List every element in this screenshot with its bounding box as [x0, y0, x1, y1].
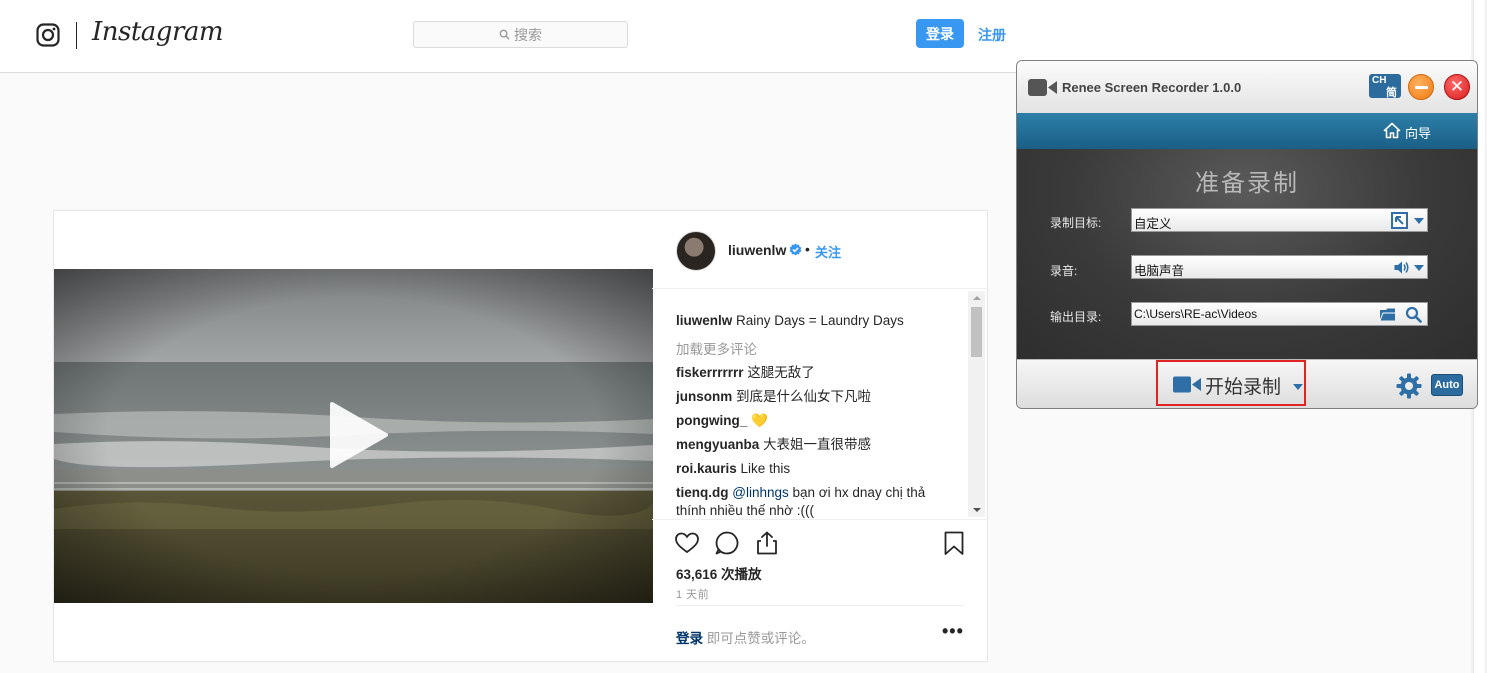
- login-link[interactable]: 登录: [676, 631, 703, 646]
- comment-icon[interactable]: [714, 530, 740, 556]
- recorder-toolbar: 开始录制 Auto: [1017, 359, 1477, 408]
- record-target-value: 自定义: [1134, 217, 1172, 231]
- list-item: roi.kauris Like this: [676, 460, 946, 478]
- list-item: pongwing_ 💛: [676, 412, 946, 430]
- list-item: mengyuanba 大表姐一直很带感: [676, 436, 946, 454]
- recorder-navbar: 向导: [1017, 113, 1477, 149]
- search-placeholder: 搜索: [514, 26, 542, 43]
- home-icon[interactable]: [1383, 122, 1401, 139]
- chevron-down-icon[interactable]: [1414, 218, 1424, 224]
- share-icon[interactable]: [754, 530, 780, 556]
- search-input[interactable]: 搜索: [413, 21, 628, 48]
- instagram-camera-icon[interactable]: [36, 23, 60, 47]
- signup-link[interactable]: 注册: [978, 25, 1006, 45]
- comment-username[interactable]: mengyuanba: [676, 437, 759, 452]
- region-select-icon[interactable]: [1391, 212, 1408, 229]
- post-media: [54, 211, 653, 661]
- heart-icon[interactable]: [674, 530, 700, 556]
- language-button[interactable]: CH 简: [1369, 74, 1401, 99]
- list-item: junsonm 到底是什么仙女下凡啦: [676, 388, 946, 406]
- separator-dot: •: [805, 241, 810, 257]
- recorder-titlebar[interactable]: Renee Screen Recorder 1.0.0 CH 简 ✕: [1017, 61, 1477, 113]
- post-header: liuwenlw • 关注: [652, 211, 988, 289]
- play-icon[interactable]: [322, 400, 392, 470]
- comment-username[interactable]: tienq.dg: [676, 485, 729, 500]
- caption-text: Rainy Days = Laundry Days: [736, 313, 904, 328]
- comment-text: Like this: [740, 461, 791, 476]
- output-dir-label: 输出目录:: [1050, 310, 1102, 324]
- comments-scrollbar-thumb[interactable]: [971, 307, 982, 357]
- auto-button[interactable]: Auto: [1431, 374, 1463, 396]
- video-player[interactable]: [54, 269, 653, 603]
- speaker-icon[interactable]: [1393, 259, 1410, 276]
- bookmark-icon[interactable]: [941, 530, 967, 556]
- minimize-button[interactable]: [1408, 74, 1434, 100]
- comment-text: 到底是什么仙女下凡啦: [736, 389, 872, 404]
- search-icon: [499, 29, 510, 40]
- recorder-panel: 准备录制 录制目标: 自定义 录音: 电脑声音 输出目录: C:\Users\R…: [1017, 149, 1477, 359]
- post-card: liuwenlw • 关注 liuwenlw Rainy Days = Laun…: [53, 210, 988, 662]
- recorder-window: Renee Screen Recorder 1.0.0 CH 简 ✕ 向导 准备…: [1016, 60, 1478, 409]
- audio-label: 录音:: [1050, 264, 1078, 278]
- output-dir-value: C:\Users\RE-ac\Videos: [1134, 307, 1258, 321]
- comment-mention[interactable]: @linhngs: [732, 485, 789, 500]
- post-sidebar: liuwenlw • 关注 liuwenlw Rainy Days = Laun…: [652, 211, 988, 661]
- logo-divider: [76, 22, 77, 49]
- close-icon: ✕: [1449, 77, 1465, 96]
- record-target-label: 录制目标:: [1050, 216, 1102, 230]
- load-more-comments[interactable]: 加载更多评论: [676, 338, 757, 358]
- audio-select[interactable]: 电脑声音: [1131, 255, 1428, 279]
- recorder-title: Renee Screen Recorder 1.0.0: [1062, 80, 1242, 95]
- caption-username[interactable]: liuwenlw: [676, 313, 732, 328]
- video-camera-icon: [1028, 79, 1057, 96]
- post-actions: [652, 519, 988, 559]
- scroll-down-arrow-icon[interactable]: [973, 508, 981, 512]
- folder-icon[interactable]: [1379, 306, 1396, 323]
- more-options-button[interactable]: •••: [942, 621, 964, 642]
- audio-value: 电脑声音: [1134, 264, 1185, 278]
- divider: [676, 605, 964, 606]
- comment-text: 这腿无敌了: [747, 365, 815, 380]
- author-username[interactable]: liuwenlw: [728, 242, 786, 258]
- guide-link[interactable]: 向导: [1405, 123, 1431, 142]
- chevron-down-icon[interactable]: [1293, 384, 1303, 390]
- close-button[interactable]: ✕: [1444, 74, 1470, 100]
- login-prompt-suffix: 即可点赞或评论。: [706, 631, 815, 646]
- chevron-down-icon[interactable]: [1414, 265, 1424, 271]
- language-script: 简: [1386, 87, 1397, 99]
- record-target-select[interactable]: 自定义: [1131, 208, 1428, 232]
- comment-username[interactable]: roi.kauris: [676, 461, 737, 476]
- gear-icon[interactable]: [1396, 373, 1422, 399]
- instagram-wordmark[interactable]: Instagram: [92, 17, 224, 47]
- login-prompt: 登录 即可点赞或评论。 •••: [652, 605, 988, 661]
- scroll-up-arrow-icon[interactable]: [973, 296, 981, 300]
- comment-username[interactable]: fiskerrrrrrr: [676, 365, 744, 380]
- language-code: CH: [1372, 75, 1387, 86]
- list-item: fiskerrrrrrr 这腿无敌了: [676, 364, 946, 382]
- comment-text: 大表姐一直很带感: [763, 437, 872, 452]
- comments-scrollbar[interactable]: [968, 291, 985, 517]
- avatar[interactable]: [676, 231, 716, 271]
- view-count[interactable]: 63,616 次播放: [676, 563, 762, 583]
- login-prompt-text: 登录 即可点赞或评论。: [676, 627, 815, 647]
- output-dir-field[interactable]: C:\Users\RE-ac\Videos: [1131, 302, 1428, 326]
- list-item: tienq.dg @linhngs bạn ơi hx dnay chị thả…: [676, 484, 946, 518]
- video-camera-icon[interactable]: [1173, 376, 1201, 393]
- comment-username[interactable]: pongwing_: [676, 413, 747, 428]
- yellow-heart-icon: 💛: [751, 413, 768, 428]
- search-icon[interactable]: [1405, 306, 1422, 323]
- recorder-status: 准备录制: [1195, 170, 1299, 197]
- follow-button[interactable]: 关注: [815, 242, 841, 261]
- caption: liuwenlw Rainy Days = Laundry Days: [676, 312, 946, 330]
- comments-list[interactable]: liuwenlw Rainy Days = Laundry Days 加载更多评…: [652, 290, 988, 518]
- post-timestamp[interactable]: 1 天前: [676, 586, 709, 602]
- start-recording-button[interactable]: 开始录制: [1205, 372, 1281, 399]
- verified-badge-icon: [789, 243, 802, 256]
- comment-username[interactable]: junsonm: [676, 389, 732, 404]
- login-button[interactable]: 登录: [916, 19, 964, 48]
